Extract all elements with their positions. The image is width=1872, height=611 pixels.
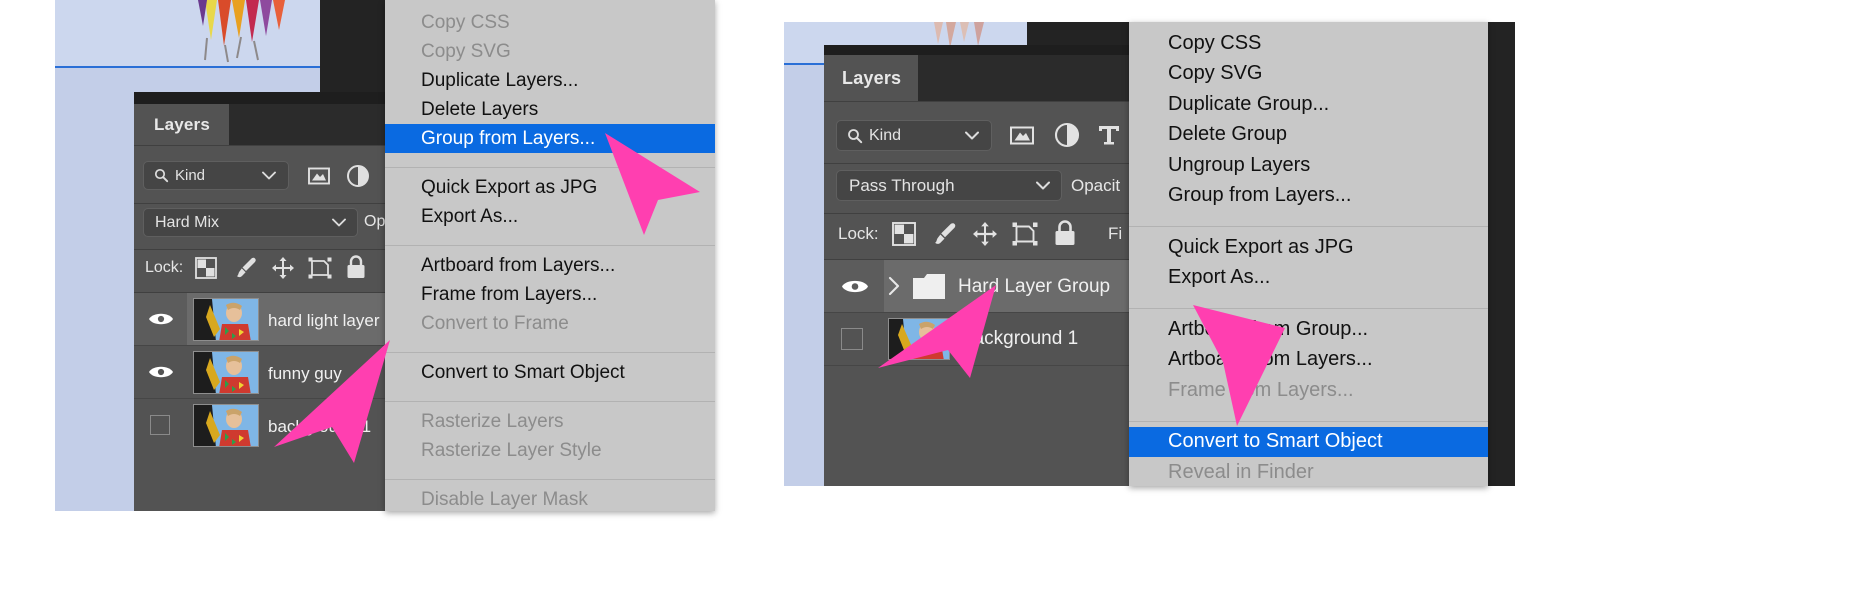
eye-icon[interactable] [148,363,174,381]
adjustment-icon[interactable] [1053,121,1081,149]
image-icon[interactable] [1009,123,1035,147]
left-layer-1-thumbnail[interactable] [193,351,259,394]
left-sep-2 [134,203,385,204]
left-kind-filter-value: Kind [175,167,206,184]
right-kind-filter[interactable]: Kind [836,120,992,151]
menu-item: Convert to Frame [421,312,569,334]
eye-icon[interactable] [148,310,174,328]
left-sep-3 [134,249,385,250]
menu-divider [385,352,715,353]
chevron-down-icon [1036,181,1050,190]
adjustment-icon[interactable] [345,163,371,189]
move-lock-icon[interactable] [971,220,999,248]
menu-item[interactable]: Delete Group [1129,120,1488,151]
search-icon [154,168,169,183]
menu-item: Rasterize Layers [421,410,564,432]
menu-item[interactable]: Ungroup Layers [1129,150,1488,181]
left-context-menu[interactable]: Copy CSS Copy SVG Duplicate Layers... Delet… [385,0,715,511]
screenshot-root: Layers Kind Hard Mix Op Lock: hard light… [0,0,1872,611]
search-icon [847,128,863,144]
right-blend-mode-select[interactable]: Pass Through [836,170,1062,201]
chevron-down-icon [262,171,276,180]
right-context-menu[interactable]: Copy CSS Copy SVG Duplicate Group... Delete… [1129,22,1488,486]
left-sep-1 [134,145,385,146]
menu-item[interactable]: Artboard from Layers... [1129,345,1488,376]
left-artwork-splash [55,0,320,66]
right-panel-topbar [824,45,1129,55]
left-artwork-strip [55,0,320,68]
right-opacity-label: Opacit [1071,176,1121,195]
menu-item: Rasterize Layer Style [421,439,602,461]
pink-arrow-pointer-right-lower [870,280,1000,390]
left-kind-filter[interactable]: Kind [143,161,289,190]
tab-layers-right-label: Layers [842,67,902,88]
menu-item[interactable]: Group from Layers... [1129,181,1488,212]
right-kind-filter-value: Kind [869,126,902,144]
menu-item[interactable]: Copy SVG [1129,59,1488,90]
menu-divider [385,479,715,480]
lock-all-icon[interactable] [344,253,368,281]
left-layer-2-thumbnail[interactable] [193,404,259,447]
menu-divider [385,245,715,246]
transparency-lock-icon[interactable] [194,256,218,280]
right-sep-1 [824,101,1129,102]
brush-lock-icon[interactable] [234,255,260,281]
menu-item: Copy SVG [421,40,511,62]
menu-item: Disable Layer Mask [421,488,588,510]
left-lock-label: Lock: [145,259,184,276]
menu-item[interactable]: Copy CSS [1129,28,1488,59]
left-blend-mode-select[interactable]: Hard Mix [143,208,358,237]
left-panel-topbar [134,92,385,104]
pink-arrow-pointer-left-upper [600,130,710,240]
menu-item[interactable]: Quick Export as JPG [1129,232,1488,263]
left-opacity-label: Op [364,213,386,230]
pink-arrow-pointer-left-lower [262,335,392,475]
menu-item[interactable]: Export As... [1129,263,1488,294]
artboard-lock-icon[interactable] [1011,220,1039,248]
left-layer-0-name: hard light layer [268,311,380,330]
right-blend-mode-value: Pass Through [849,175,955,195]
tab-layers-left-label: Layers [154,114,211,134]
menu-item: Reveal in Finder [1168,460,1314,483]
menu-item[interactable]: Frame from Layers... [385,280,715,309]
lock-all-icon[interactable] [1052,218,1078,248]
left-layer-0-thumbnail[interactable] [193,298,259,341]
menu-divider [385,401,715,402]
right-workspace-dark-edge [1487,22,1515,486]
tab-layers-left[interactable]: Layers [134,104,229,145]
menu-item[interactable]: Artboard from Group... [1129,314,1488,345]
left-layer-2-visibility-toggle[interactable] [150,415,170,435]
right-sep-2 [824,163,1129,164]
left-blend-mode-value: Hard Mix [155,213,220,231]
menu-item[interactable]: Duplicate Layers... [385,66,715,95]
eye-icon[interactable] [841,277,869,296]
chevron-down-icon [332,218,346,227]
right-fill-label: Fi [1108,224,1123,243]
type-icon[interactable] [1096,122,1122,148]
menu-item: Copy CSS [421,11,510,33]
brush-lock-icon[interactable] [932,220,960,248]
right-lock-label: Lock: [838,224,879,243]
menu-item[interactable]: Convert to Smart Object [1129,426,1488,457]
tab-layers-right[interactable]: Layers [824,55,918,101]
menu-divider [1129,308,1488,309]
menu-divider [1129,420,1488,422]
move-lock-icon[interactable] [270,255,296,281]
chevron-down-icon [965,131,979,140]
right-sep-3 [824,213,1129,214]
menu-item[interactable]: Convert to Smart Object [385,358,715,387]
menu-item[interactable]: Duplicate Group... [1129,89,1488,120]
right-layer-1-visibility-toggle[interactable] [841,328,863,350]
menu-item: Frame from Layers... [1168,378,1354,401]
artboard-lock-icon[interactable] [307,255,333,281]
menu-item[interactable]: Artboard from Layers... [385,251,715,280]
image-icon[interactable] [307,164,331,188]
transparency-lock-icon[interactable] [891,221,917,247]
menu-item[interactable]: Delete Layers [385,95,715,124]
menu-divider [1129,226,1488,227]
pink-arrow-pointer-right-upper [1185,300,1295,430]
